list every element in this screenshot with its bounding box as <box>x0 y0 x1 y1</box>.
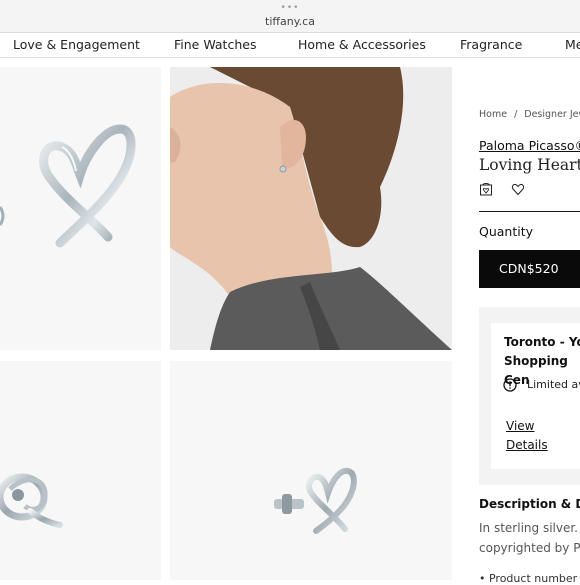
product-title: Loving Heart Ea <box>479 156 580 174</box>
description-line2: copyrighted by Pa <box>479 541 580 555</box>
collection-link[interactable]: Paloma Picasso® <box>479 138 580 153</box>
description-body: In sterling silver. copyrighted by Pa <box>479 518 580 558</box>
earring-side-image <box>274 467 357 534</box>
store-name-line1: Toronto - Yor <box>504 335 580 349</box>
product-number-bullet: • Product number <box>479 572 578 585</box>
breadcrumb-current[interactable]: Designer Jewe <box>524 109 580 120</box>
divider <box>479 211 580 212</box>
gallery-image-back[interactable] <box>0 361 161 580</box>
nav-love-engagement[interactable]: Love & Engagement <box>13 37 140 52</box>
heart-icon[interactable] <box>511 181 525 196</box>
gallery-image-model[interactable] <box>170 67 452 350</box>
url-text[interactable]: tiffany.ca <box>0 15 580 28</box>
gallery-image-side[interactable] <box>170 361 452 580</box>
breadcrumb-separator: / <box>514 109 518 120</box>
view-details-line2[interactable]: Details <box>506 436 556 455</box>
heart-earring-image <box>0 124 136 248</box>
store-card: Toronto - Yor Shopping Cen Limited ava V… <box>491 323 580 469</box>
earring-back-image <box>0 473 63 528</box>
view-details-line1[interactable]: View <box>506 417 556 436</box>
breadcrumb: Home / Designer Jewe <box>479 109 580 120</box>
availability-status: Limited ava <box>527 378 580 391</box>
view-details-link[interactable]: View Details <box>506 417 556 455</box>
gallery-image-front[interactable] <box>0 67 161 350</box>
nav-home-accessories[interactable]: Home & Accessories <box>298 37 426 52</box>
bag-heart-icon[interactable] <box>479 181 493 196</box>
add-to-bag-price-button[interactable]: CDN$520 <box>479 250 580 288</box>
browser-bar: ••• tiffany.ca <box>0 0 580 33</box>
main-nav: Love & Engagement Fine Watches Home & Ac… <box>0 33 580 58</box>
nav-more[interactable]: Me <box>565 37 580 52</box>
exclamation-circle-icon <box>503 377 517 392</box>
breadcrumb-home[interactable]: Home <box>479 109 507 120</box>
description-line1: In sterling silver. <box>479 521 578 535</box>
description-heading[interactable]: Description & Deta <box>479 497 580 511</box>
quantity-label: Quantity <box>479 224 534 239</box>
browser-menu-dots[interactable]: ••• <box>0 3 580 13</box>
nav-fragrance[interactable]: Fragrance <box>460 37 522 52</box>
nav-fine-watches[interactable]: Fine Watches <box>174 37 256 52</box>
model-photo-image <box>170 67 452 350</box>
